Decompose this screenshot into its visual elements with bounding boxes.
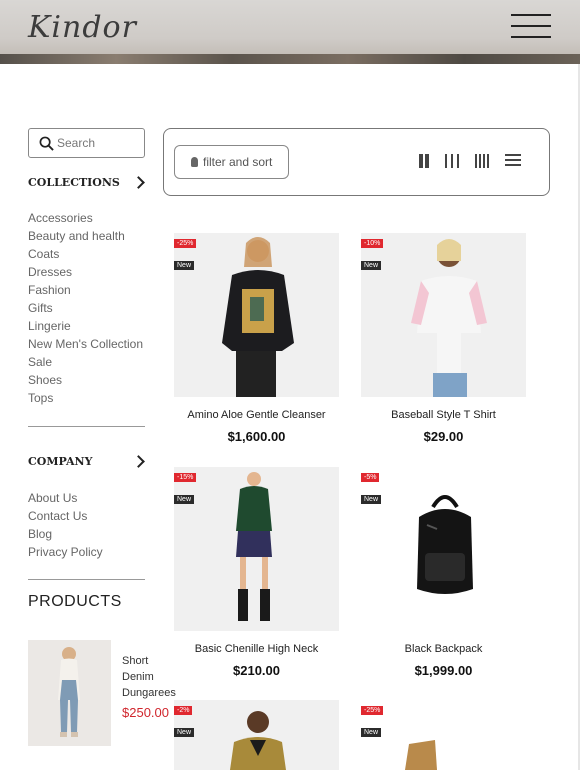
collection-link[interactable]: Beauty and health [28, 227, 143, 245]
product-image[interactable]: -25% New [174, 233, 339, 397]
new-badge: New [361, 728, 382, 737]
discount-badge: -2% [174, 706, 193, 715]
product-toolbar: filter and sort [163, 128, 550, 196]
product-name[interactable]: Amino Aloe Gentle Cleanser [174, 409, 339, 421]
product-price: $210.00 [233, 663, 280, 678]
new-badge: New [174, 495, 195, 504]
company-link[interactable]: Privacy Policy [28, 543, 103, 561]
divider [28, 579, 145, 580]
company-title: COMPANY [28, 455, 93, 468]
discount-badge: -15% [174, 473, 197, 482]
collection-link[interactable]: Accessories [28, 209, 143, 227]
new-badge: New [174, 728, 195, 737]
products-title: PRODUCTS [28, 593, 122, 610]
chevron-right-icon [132, 455, 145, 468]
product-image[interactable]: -25% New [361, 700, 526, 770]
collection-link[interactable]: Sale [28, 353, 143, 371]
collection-link[interactable]: Coats [28, 245, 143, 263]
collection-link[interactable]: Dresses [28, 263, 143, 281]
grid-4-icon[interactable] [475, 154, 489, 168]
product-image[interactable]: -5% New [361, 467, 526, 631]
search-icon [39, 136, 54, 151]
product-image[interactable]: -15% New [174, 467, 339, 631]
hero-header: Kindor [0, 0, 580, 64]
filter-and-sort-button[interactable]: filter and sort [174, 145, 289, 179]
grid-2-icon[interactable] [419, 154, 429, 168]
collection-link[interactable]: New Men's Collection [28, 335, 143, 353]
company-link[interactable]: About Us [28, 489, 103, 507]
product-price: $1,600.00 [227, 429, 286, 444]
new-badge: New [361, 261, 382, 270]
chevron-right-icon [132, 176, 145, 189]
hamburger-icon[interactable] [511, 14, 551, 38]
collection-link[interactable]: Shoes [28, 371, 143, 389]
new-badge: New [174, 261, 195, 270]
product-card[interactable]: -25% New [361, 700, 526, 770]
filter-label: filter and sort [203, 155, 273, 169]
view-switcher [419, 154, 521, 168]
product-card[interactable]: -5% New Black Backpack $1,999.00 [361, 467, 526, 678]
lightbulb-icon [191, 157, 198, 167]
product-image[interactable]: -10% New [361, 233, 526, 397]
collection-link[interactable]: Gifts [28, 299, 143, 317]
collection-link[interactable]: Fashion [28, 281, 143, 299]
product-name[interactable]: Baseball Style T Shirt [361, 409, 526, 421]
product-price: $1,999.00 [414, 663, 473, 678]
product-image[interactable]: -2% New [174, 700, 339, 770]
logo[interactable]: Kindor [28, 10, 137, 45]
discount-badge: -5% [361, 473, 380, 482]
product-card[interactable]: -10% New Baseball Style T Shirt $29.00 [361, 233, 526, 444]
discount-badge: -25% [361, 706, 384, 715]
collections-list: Accessories Beauty and health Coats Dres… [28, 209, 143, 407]
divider [28, 426, 145, 427]
company-list: About Us Contact Us Blog Privacy Policy [28, 489, 103, 561]
company-toggle[interactable]: COMPANY [28, 455, 146, 468]
product-price: $29.00 [423, 429, 464, 444]
product-card[interactable]: -15% New Basic Chenille High Neck $210.0… [174, 467, 339, 678]
new-badge: New [361, 495, 382, 504]
product-name[interactable]: Black Backpack [361, 643, 526, 655]
collections-toggle[interactable]: COLLECTIONS [28, 176, 146, 189]
featured-product-name[interactable]: Short Denim Dungarees [122, 653, 182, 701]
featured-product-price: $250.00 [122, 705, 169, 720]
grid-3-icon[interactable] [445, 154, 459, 168]
search-input[interactable] [57, 136, 142, 150]
company-link[interactable]: Blog [28, 525, 103, 543]
collection-link[interactable]: Lingerie [28, 317, 143, 335]
search-box[interactable] [28, 128, 145, 158]
product-card[interactable]: -2% New [174, 700, 339, 770]
featured-product-image[interactable] [28, 640, 111, 746]
discount-badge: -10% [361, 239, 384, 248]
collection-link[interactable]: Tops [28, 389, 143, 407]
product-name[interactable]: Basic Chenille High Neck [174, 643, 339, 655]
collections-title: COLLECTIONS [28, 176, 120, 189]
company-link[interactable]: Contact Us [28, 507, 103, 525]
discount-badge: -25% [174, 239, 197, 248]
product-card[interactable]: -25% New Amino Aloe Gentle Cleanser $1,6… [174, 233, 339, 444]
list-icon[interactable] [505, 154, 521, 168]
